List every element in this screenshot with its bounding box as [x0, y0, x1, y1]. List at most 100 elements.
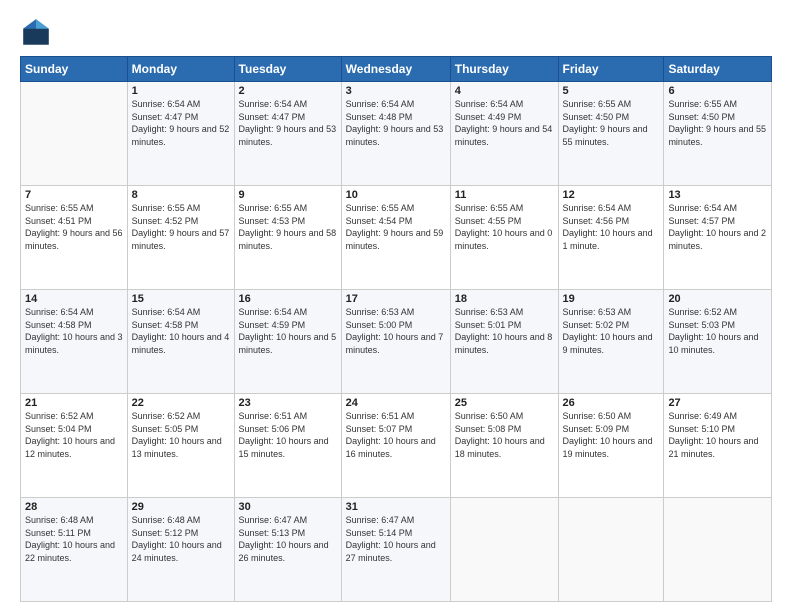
- day-info: Sunrise: 6:55 AM Sunset: 4:50 PM Dayligh…: [563, 98, 660, 148]
- day-number: 5: [563, 85, 660, 97]
- sunset: Sunset: 5:07 PM: [346, 423, 446, 436]
- sunset: Sunset: 5:04 PM: [25, 423, 123, 436]
- day-cell: 7 Sunrise: 6:55 AM Sunset: 4:51 PM Dayli…: [21, 186, 128, 290]
- sunset: Sunset: 5:08 PM: [455, 423, 554, 436]
- day-number: 26: [563, 397, 660, 409]
- sunset: Sunset: 4:50 PM: [668, 111, 767, 124]
- sunset: Sunset: 5:01 PM: [455, 319, 554, 332]
- weekday-monday: Monday: [127, 57, 234, 82]
- day-info: Sunrise: 6:51 AM Sunset: 5:07 PM Dayligh…: [346, 410, 446, 460]
- day-number: 28: [25, 501, 123, 513]
- day-number: 18: [455, 293, 554, 305]
- day-cell: 12 Sunrise: 6:54 AM Sunset: 4:56 PM Dayl…: [558, 186, 664, 290]
- sunrise: Sunrise: 6:52 AM: [668, 306, 767, 319]
- day-info: Sunrise: 6:49 AM Sunset: 5:10 PM Dayligh…: [668, 410, 767, 460]
- sunrise: Sunrise: 6:55 AM: [668, 98, 767, 111]
- weekday-tuesday: Tuesday: [234, 57, 341, 82]
- sunset: Sunset: 4:57 PM: [668, 215, 767, 228]
- day-info: Sunrise: 6:54 AM Sunset: 4:56 PM Dayligh…: [563, 202, 660, 252]
- sunset: Sunset: 4:52 PM: [132, 215, 230, 228]
- header: [20, 16, 772, 48]
- sunset: Sunset: 5:13 PM: [239, 527, 337, 540]
- daylight: Daylight: 10 hours and 1 minute.: [563, 227, 660, 252]
- sunset: Sunset: 5:03 PM: [668, 319, 767, 332]
- sunrise: Sunrise: 6:54 AM: [455, 98, 554, 111]
- day-info: Sunrise: 6:52 AM Sunset: 5:04 PM Dayligh…: [25, 410, 123, 460]
- daylight: Daylight: 9 hours and 54 minutes.: [455, 123, 554, 148]
- sunset: Sunset: 4:59 PM: [239, 319, 337, 332]
- sunset: Sunset: 4:55 PM: [455, 215, 554, 228]
- day-cell: 29 Sunrise: 6:48 AM Sunset: 5:12 PM Dayl…: [127, 498, 234, 602]
- sunrise: Sunrise: 6:55 AM: [25, 202, 123, 215]
- day-cell: 14 Sunrise: 6:54 AM Sunset: 4:58 PM Dayl…: [21, 290, 128, 394]
- day-cell: [664, 498, 772, 602]
- sunrise: Sunrise: 6:54 AM: [668, 202, 767, 215]
- sunset: Sunset: 5:00 PM: [346, 319, 446, 332]
- sunset: Sunset: 4:58 PM: [132, 319, 230, 332]
- day-info: Sunrise: 6:54 AM Sunset: 4:58 PM Dayligh…: [25, 306, 123, 356]
- weekday-saturday: Saturday: [664, 57, 772, 82]
- day-number: 27: [668, 397, 767, 409]
- day-info: Sunrise: 6:54 AM Sunset: 4:48 PM Dayligh…: [346, 98, 446, 148]
- daylight: Daylight: 10 hours and 13 minutes.: [132, 435, 230, 460]
- sunrise: Sunrise: 6:54 AM: [346, 98, 446, 111]
- day-info: Sunrise: 6:54 AM Sunset: 4:49 PM Dayligh…: [455, 98, 554, 148]
- day-number: 3: [346, 85, 446, 97]
- daylight: Daylight: 9 hours and 55 minutes.: [668, 123, 767, 148]
- day-number: 19: [563, 293, 660, 305]
- sunrise: Sunrise: 6:47 AM: [239, 514, 337, 527]
- day-cell: 28 Sunrise: 6:48 AM Sunset: 5:11 PM Dayl…: [21, 498, 128, 602]
- day-cell: 10 Sunrise: 6:55 AM Sunset: 4:54 PM Dayl…: [341, 186, 450, 290]
- daylight: Daylight: 9 hours and 53 minutes.: [346, 123, 446, 148]
- day-number: 9: [239, 189, 337, 201]
- sunrise: Sunrise: 6:54 AM: [132, 98, 230, 111]
- day-cell: 3 Sunrise: 6:54 AM Sunset: 4:48 PM Dayli…: [341, 82, 450, 186]
- sunrise: Sunrise: 6:53 AM: [563, 306, 660, 319]
- week-row-4: 21 Sunrise: 6:52 AM Sunset: 5:04 PM Dayl…: [21, 394, 772, 498]
- sunset: Sunset: 5:02 PM: [563, 319, 660, 332]
- day-info: Sunrise: 6:52 AM Sunset: 5:05 PM Dayligh…: [132, 410, 230, 460]
- daylight: Daylight: 10 hours and 0 minutes.: [455, 227, 554, 252]
- sunrise: Sunrise: 6:51 AM: [346, 410, 446, 423]
- daylight: Daylight: 10 hours and 12 minutes.: [25, 435, 123, 460]
- sunrise: Sunrise: 6:55 AM: [455, 202, 554, 215]
- day-info: Sunrise: 6:48 AM Sunset: 5:11 PM Dayligh…: [25, 514, 123, 564]
- sunrise: Sunrise: 6:55 AM: [563, 98, 660, 111]
- logo: [20, 16, 56, 48]
- day-cell: 20 Sunrise: 6:52 AM Sunset: 5:03 PM Dayl…: [664, 290, 772, 394]
- daylight: Daylight: 10 hours and 5 minutes.: [239, 331, 337, 356]
- day-info: Sunrise: 6:53 AM Sunset: 5:02 PM Dayligh…: [563, 306, 660, 356]
- day-cell: 1 Sunrise: 6:54 AM Sunset: 4:47 PM Dayli…: [127, 82, 234, 186]
- daylight: Daylight: 9 hours and 55 minutes.: [563, 123, 660, 148]
- day-number: 4: [455, 85, 554, 97]
- sunrise: Sunrise: 6:50 AM: [455, 410, 554, 423]
- sunrise: Sunrise: 6:54 AM: [132, 306, 230, 319]
- day-info: Sunrise: 6:52 AM Sunset: 5:03 PM Dayligh…: [668, 306, 767, 356]
- daylight: Daylight: 9 hours and 53 minutes.: [239, 123, 337, 148]
- sunrise: Sunrise: 6:54 AM: [239, 306, 337, 319]
- sunset: Sunset: 5:10 PM: [668, 423, 767, 436]
- sunrise: Sunrise: 6:53 AM: [346, 306, 446, 319]
- daylight: Daylight: 9 hours and 58 minutes.: [239, 227, 337, 252]
- day-cell: 18 Sunrise: 6:53 AM Sunset: 5:01 PM Dayl…: [450, 290, 558, 394]
- sunrise: Sunrise: 6:48 AM: [132, 514, 230, 527]
- day-number: 7: [25, 189, 123, 201]
- sunset: Sunset: 4:51 PM: [25, 215, 123, 228]
- day-cell: 6 Sunrise: 6:55 AM Sunset: 4:50 PM Dayli…: [664, 82, 772, 186]
- day-info: Sunrise: 6:50 AM Sunset: 5:09 PM Dayligh…: [563, 410, 660, 460]
- sunrise: Sunrise: 6:53 AM: [455, 306, 554, 319]
- sunset: Sunset: 4:49 PM: [455, 111, 554, 124]
- day-number: 23: [239, 397, 337, 409]
- day-info: Sunrise: 6:55 AM Sunset: 4:50 PM Dayligh…: [668, 98, 767, 148]
- day-cell: [450, 498, 558, 602]
- daylight: Daylight: 10 hours and 4 minutes.: [132, 331, 230, 356]
- day-info: Sunrise: 6:55 AM Sunset: 4:54 PM Dayligh…: [346, 202, 446, 252]
- day-cell: 22 Sunrise: 6:52 AM Sunset: 5:05 PM Dayl…: [127, 394, 234, 498]
- day-number: 12: [563, 189, 660, 201]
- sunrise: Sunrise: 6:47 AM: [346, 514, 446, 527]
- day-info: Sunrise: 6:54 AM Sunset: 4:47 PM Dayligh…: [132, 98, 230, 148]
- sunrise: Sunrise: 6:51 AM: [239, 410, 337, 423]
- daylight: Daylight: 10 hours and 9 minutes.: [563, 331, 660, 356]
- week-row-3: 14 Sunrise: 6:54 AM Sunset: 4:58 PM Dayl…: [21, 290, 772, 394]
- day-number: 11: [455, 189, 554, 201]
